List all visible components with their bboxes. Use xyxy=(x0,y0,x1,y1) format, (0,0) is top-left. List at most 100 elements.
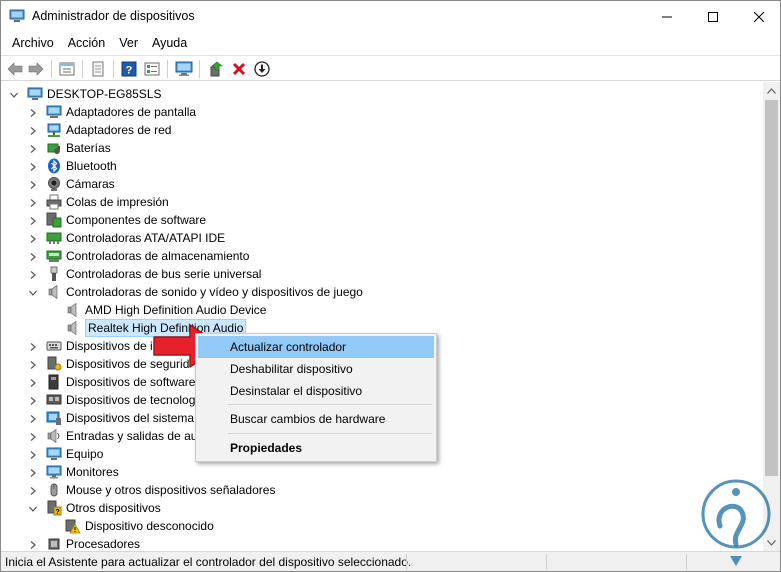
tree-item-label: AMD High Definition Audio Device xyxy=(85,303,267,317)
ctx-scan-hardware[interactable]: Buscar cambios de hardware xyxy=(198,408,434,430)
collapse-chevron-icon[interactable] xyxy=(28,503,38,513)
software-device-icon xyxy=(46,374,62,390)
collapse-chevron-icon[interactable] xyxy=(9,89,19,99)
tree-item-root[interactable]: DESKTOP-EG85SLS xyxy=(1,85,763,103)
expand-chevron-icon[interactable] xyxy=(28,269,38,279)
memory-tech-icon xyxy=(46,392,62,408)
expand-chevron-icon[interactable] xyxy=(28,179,38,189)
help-icon[interactable]: ? xyxy=(119,59,139,79)
computer-icon xyxy=(46,446,62,462)
menu-archivo[interactable]: Archivo xyxy=(5,32,61,54)
tree-item-dispositivo-desconocido[interactable]: Dispositivo desconocido xyxy=(1,517,763,535)
update-driver-icon[interactable] xyxy=(206,59,226,79)
menu-accion[interactable]: Acción xyxy=(61,32,113,54)
unknown-device-icon: ? xyxy=(46,500,62,516)
tree-item-label: Componentes de software xyxy=(66,213,207,227)
ide-controller-icon xyxy=(46,230,62,246)
title-bar[interactable]: Administrador de dispositivos xyxy=(1,1,780,32)
tree-item-baterias[interactable]: Baterías xyxy=(1,139,763,157)
tree-item-label: Colas de impresión xyxy=(66,195,169,209)
expand-chevron-icon[interactable] xyxy=(28,215,38,225)
tree-item-otros-dispositivos[interactable]: ? Otros dispositivos xyxy=(1,499,763,517)
speaker-icon xyxy=(65,320,81,336)
svg-text:?: ? xyxy=(126,65,133,77)
menu-ver[interactable]: Ver xyxy=(112,32,145,54)
tree-item-label: Procesadores xyxy=(66,537,141,551)
collapse-chevron-icon[interactable] xyxy=(28,287,38,297)
expand-chevron-icon[interactable] xyxy=(28,539,38,549)
expand-chevron-icon[interactable] xyxy=(28,233,38,243)
tree-item-label: Controladoras de almacenamiento xyxy=(66,249,250,263)
ctx-disable-device[interactable]: Deshabilitar dispositivo xyxy=(198,358,434,380)
tree-item-amd-high-definition-audio-device[interactable]: AMD High Definition Audio Device xyxy=(1,301,763,319)
expand-chevron-icon[interactable] xyxy=(28,485,38,495)
tree-item-label: Dispositivos del sistema xyxy=(66,411,195,425)
tree-item-monitores[interactable]: Monitores xyxy=(1,463,763,481)
monitor-icon[interactable] xyxy=(174,59,194,79)
tree-item-bluetooth[interactable]: Bluetooth xyxy=(1,157,763,175)
expand-chevron-icon[interactable] xyxy=(28,197,38,207)
ctx-properties[interactable]: Propiedades xyxy=(198,437,434,459)
tree-item-label: Adaptadores de pantalla xyxy=(66,105,197,119)
computer-icon xyxy=(27,86,43,102)
tree-item-colas-de-impresion[interactable]: Colas de impresión xyxy=(1,193,763,211)
list-view-icon[interactable] xyxy=(142,59,162,79)
expand-chevron-icon[interactable] xyxy=(28,251,38,261)
ctx-uninstall-device[interactable]: Desinstalar el dispositivo xyxy=(198,380,434,402)
uninstall-icon[interactable] xyxy=(229,59,249,79)
tree-item-label: Otros dispositivos xyxy=(66,501,161,515)
expand-chevron-icon[interactable] xyxy=(28,161,38,171)
expand-chevron-icon[interactable] xyxy=(28,143,38,153)
tree-item-label: Controladoras ATA/ATAPI IDE xyxy=(66,231,226,245)
back-icon[interactable] xyxy=(5,59,25,79)
tree-item-adaptadores-de-red[interactable]: Adaptadores de red xyxy=(1,121,763,139)
maximize-button[interactable] xyxy=(690,1,736,32)
status-bar: Inicia el Asistente para actualizar el c… xyxy=(1,551,780,571)
device-tree: DESKTOP-EG85SLS Adaptadores de pantalla Ad… xyxy=(1,82,763,551)
expand-chevron-icon[interactable] xyxy=(28,359,38,369)
context-menu: Actualizar controlador Deshabilitar disp… xyxy=(195,333,437,462)
security-device-icon xyxy=(46,356,62,372)
printer-icon xyxy=(46,194,62,210)
menu-ayuda[interactable]: Ayuda xyxy=(145,32,194,54)
mouse-icon xyxy=(46,482,62,498)
expand-chevron-icon[interactable] xyxy=(28,413,38,423)
tree-item-label: Dispositivos de tecnolog xyxy=(66,393,196,407)
tree-item-label: Dispositivos de software xyxy=(66,375,196,389)
expand-chevron-icon[interactable] xyxy=(28,341,38,351)
tree-item-controladoras-de-bus-serie-universal[interactable]: Controladoras de bus serie universal xyxy=(1,265,763,283)
tree-item-procesadores[interactable]: Procesadores xyxy=(1,535,763,551)
tree-item-mouse-y-otros-dispositivos-senaladores[interactable]: Mouse y otros dispositivos señaladores xyxy=(1,481,763,499)
watermark-logo-icon xyxy=(701,479,771,566)
tree-item-label: Entradas y salidas de aud xyxy=(66,429,205,443)
tree-item-componentes-de-software[interactable]: Componentes de software xyxy=(1,211,763,229)
expand-chevron-icon[interactable] xyxy=(28,467,38,477)
expand-chevron-icon[interactable] xyxy=(28,377,38,387)
window-title: Administrador de dispositivos xyxy=(32,9,195,23)
expand-chevron-icon[interactable] xyxy=(28,449,38,459)
tree-item-adaptadores-de-pantalla[interactable]: Adaptadores de pantalla xyxy=(1,103,763,121)
processor-icon xyxy=(46,536,62,551)
menu-bar: Archivo Acción Ver Ayuda xyxy=(1,32,780,54)
expand-chevron-icon[interactable] xyxy=(28,107,38,117)
expand-chevron-icon[interactable] xyxy=(28,395,38,405)
properties-pane-icon[interactable] xyxy=(57,59,77,79)
scroll-thumb[interactable] xyxy=(765,100,778,476)
close-button[interactable] xyxy=(736,1,780,32)
download-icon[interactable] xyxy=(252,59,272,79)
tree-item-label: Cámaras xyxy=(66,177,115,191)
expand-chevron-icon[interactable] xyxy=(28,125,38,135)
tree-item-label: Controladoras de sonido y vídeo y dispos… xyxy=(66,285,363,299)
tree-item-controladoras-de-almacenamiento[interactable]: Controladoras de almacenamiento xyxy=(1,247,763,265)
tree-item-controladoras-ata-atapi-ide[interactable]: Controladoras ATA/ATAPI IDE xyxy=(1,229,763,247)
scroll-up-button[interactable] xyxy=(763,82,780,99)
minimize-button[interactable] xyxy=(644,1,690,32)
toolbar: ? xyxy=(1,55,780,81)
tree-item-camaras[interactable]: Cámaras xyxy=(1,175,763,193)
forward-icon[interactable] xyxy=(26,59,46,79)
expand-chevron-icon[interactable] xyxy=(28,431,38,441)
ctx-update-driver[interactable]: Actualizar controlador xyxy=(198,336,434,358)
document-icon[interactable] xyxy=(88,59,108,79)
tree-item-controladoras-de-sonido-y-video-y-dispositivos-de-juego[interactable]: Controladoras de sonido y vídeo y dispos… xyxy=(1,283,763,301)
svg-text:?: ? xyxy=(55,509,59,516)
